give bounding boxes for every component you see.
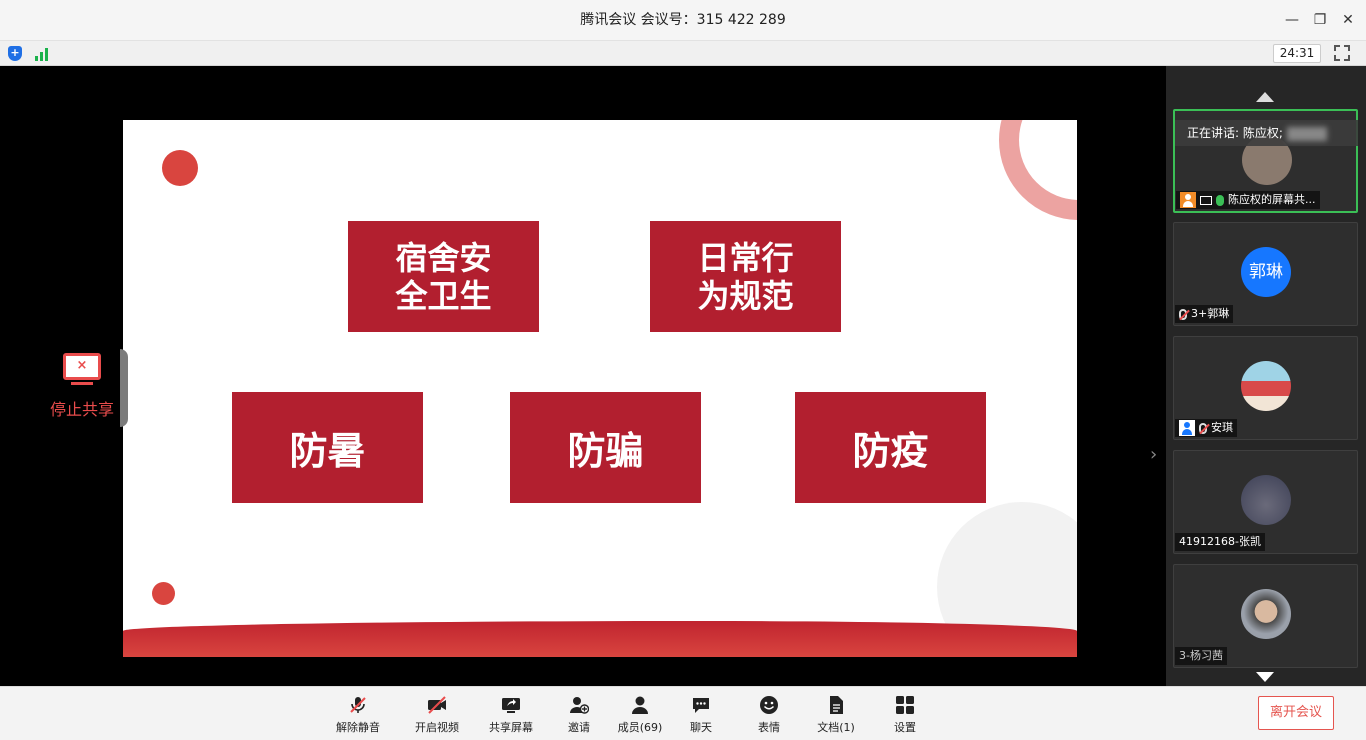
signal-icon[interactable]: [35, 47, 51, 61]
stop-share-icon: ×: [63, 353, 101, 380]
emoji-icon: [760, 696, 778, 714]
host-icon: [1180, 192, 1196, 208]
participant-name: 3-杨习茜: [1179, 649, 1223, 662]
fullscreen-icon[interactable]: [1333, 44, 1351, 62]
minimize-icon[interactable]: —: [1282, 10, 1302, 30]
monitor-stand: [71, 382, 93, 385]
screen-share-icon: [1200, 195, 1212, 205]
info-bar: + 24:31: [0, 40, 1366, 66]
chat-label: 聊天: [690, 721, 712, 734]
share-screen-label: 共享屏幕: [489, 721, 533, 734]
participant-name: 41912168-张凯: [1179, 535, 1261, 548]
participant-tile[interactable]: 3-杨习茜: [1173, 564, 1358, 668]
slide-card: 防暑: [232, 392, 423, 503]
add-user-icon: [570, 697, 589, 714]
share-screen-button[interactable]: 共享屏幕: [476, 693, 546, 737]
stop-share-button[interactable]: × 停止共享: [42, 349, 128, 427]
slide-card: 宿舍安 全卫生: [348, 221, 539, 332]
speaking-banner: 正在讲话: 陈应权;: [1175, 120, 1358, 146]
slide-card: 防疫: [795, 392, 986, 503]
scroll-down-icon[interactable]: [1256, 672, 1274, 682]
nameplate: 3-杨习茜: [1175, 647, 1227, 665]
participant-name: 陈应权的屏幕共...: [1228, 193, 1316, 206]
user-icon: [1179, 420, 1195, 436]
chat-button[interactable]: 聊天: [666, 693, 736, 737]
scroll-up-icon[interactable]: [1256, 92, 1274, 102]
avatar: [1241, 589, 1291, 639]
members-label: 成员(69): [617, 721, 663, 734]
mic-muted-icon: [1179, 308, 1187, 320]
nameplate: 41912168-张凯: [1175, 533, 1265, 551]
chevron-right-icon[interactable]: ›: [1150, 444, 1157, 465]
stop-share-label: 停止共享: [49, 400, 114, 419]
slide-card: 防骗: [510, 392, 701, 503]
shield-icon[interactable]: +: [8, 46, 22, 61]
mic-muted-icon: [350, 697, 366, 713]
document-icon: [830, 696, 843, 714]
restore-icon[interactable]: ❐: [1310, 10, 1330, 30]
speaking-label: 正在讲话: 陈应权;: [1187, 126, 1283, 140]
bottom-toolbar: 解除静音 开启视频 共享屏幕 邀请 成员(69) 聊天 表情 文档(1) 设置 …: [0, 686, 1366, 740]
documents-label: 文档(1): [817, 721, 855, 734]
shared-slide: 宿舍安 全卫生 日常行 为规范 防暑 防骗 防疫: [123, 120, 1077, 657]
invite-label: 邀请: [568, 721, 590, 734]
camera-off-icon: [428, 696, 446, 714]
participant-tile[interactable]: 正在讲话: 陈应权; 陈应权的屏幕共...: [1173, 109, 1358, 213]
avatar: [1241, 361, 1291, 411]
blurred-name: [1286, 126, 1327, 141]
start-video-label: 开启视频: [415, 721, 459, 734]
nameplate: 陈应权的屏幕共...: [1176, 191, 1320, 209]
decor-dot: [152, 582, 175, 605]
documents-button[interactable]: 文档(1): [801, 693, 871, 737]
mic-icon: [1216, 194, 1224, 206]
decor-ring: [999, 120, 1077, 220]
participant-name: 3+郭琳: [1191, 307, 1230, 320]
settings-button[interactable]: 设置: [870, 693, 940, 737]
avatar: [1241, 475, 1291, 525]
participants-panel: 正在讲话: 陈应权; 陈应权的屏幕共... 郭琳 3+郭琳 安琪 4191216…: [1166, 66, 1366, 686]
shared-screen-area: 宿舍安 全卫生 日常行 为规范 防暑 防骗 防疫 × 停止共享 ›: [0, 66, 1166, 686]
chat-icon: [693, 698, 709, 713]
reactions-button[interactable]: 表情: [734, 693, 804, 737]
members-icon: [632, 696, 648, 714]
window-title: 腾讯会议 会议号：315 422 289: [580, 12, 786, 28]
unmute-button[interactable]: 解除静音: [323, 693, 393, 737]
share-screen-icon: [502, 698, 520, 713]
decor-wave: [123, 621, 1077, 657]
participant-name: 安琪: [1211, 421, 1233, 434]
settings-label: 设置: [894, 721, 916, 734]
close-icon[interactable]: ✕: [1338, 10, 1358, 30]
nameplate: 安琪: [1175, 419, 1237, 437]
decor-dot: [162, 150, 198, 186]
nameplate: 3+郭琳: [1175, 305, 1234, 323]
members-button[interactable]: 成员(69): [605, 693, 675, 737]
slide-card: 日常行 为规范: [650, 221, 841, 332]
invite-button[interactable]: 邀请: [544, 693, 614, 737]
participant-tile[interactable]: 41912168-张凯: [1173, 450, 1358, 554]
mic-muted-icon: [1199, 422, 1207, 434]
start-video-button[interactable]: 开启视频: [402, 693, 472, 737]
reactions-label: 表情: [758, 721, 780, 734]
participant-tile[interactable]: 安琪: [1173, 336, 1358, 440]
title-bar: 腾讯会议 会议号：315 422 289 — ❐ ✕: [0, 0, 1366, 40]
participant-tile[interactable]: 郭琳 3+郭琳: [1173, 222, 1358, 326]
grid-icon: [896, 696, 914, 714]
avatar: 郭琳: [1241, 247, 1291, 297]
unmute-label: 解除静音: [336, 721, 380, 734]
meeting-timer: 24:31: [1273, 44, 1321, 63]
leave-meeting-button[interactable]: 离开会议: [1258, 696, 1334, 730]
